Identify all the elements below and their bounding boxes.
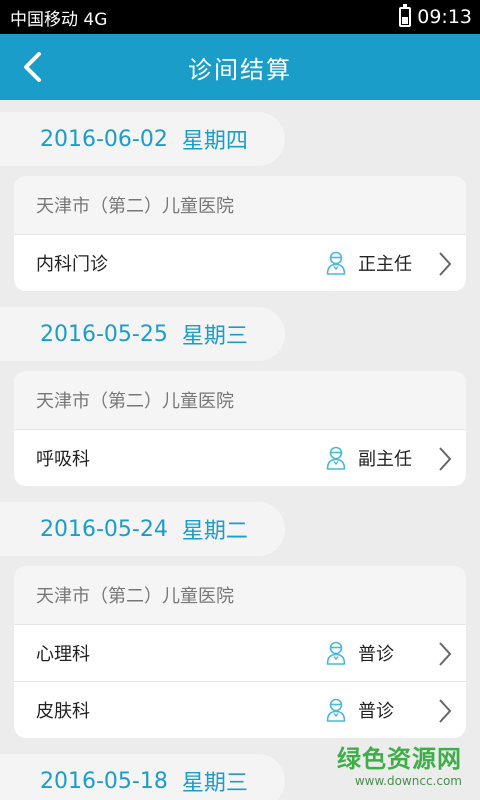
hospital-name: 天津市（第二）儿童医院: [14, 176, 466, 234]
visit-card: 天津市（第二）儿童医院 内科门诊 正主任: [14, 176, 466, 291]
weekday-label: 星期二: [181, 519, 248, 544]
visit-row[interactable]: 心理科 普诊: [14, 624, 466, 681]
date-header: 2016-05-18 星期三: [0, 754, 285, 800]
page-title: 诊间结算: [188, 55, 292, 84]
chevron-right-icon: [438, 235, 452, 291]
doctor-icon: [326, 698, 346, 722]
visit-card: 天津市（第二）儿童医院 心理科 普诊 皮肤科 普诊: [14, 566, 466, 738]
watermark-title: 绿色资源网: [337, 745, 462, 773]
visit-row[interactable]: 内科门诊 正主任: [14, 234, 466, 291]
nav-bar: 诊间结算: [0, 34, 480, 100]
date-label: 2016-05-18: [40, 768, 168, 794]
date-header: 2016-05-25 星期三: [0, 307, 285, 361]
doctor-level: 正主任: [326, 250, 446, 276]
visit-list: 2016-06-02 星期四 天津市（第二）儿童医院 内科门诊 正主任 2016…: [0, 100, 480, 800]
chevron-right-icon: [438, 625, 452, 682]
doctor-level: 普诊: [326, 697, 446, 723]
doctor-title: 普诊: [358, 644, 394, 665]
department-label: 皮肤科: [36, 701, 90, 722]
doctor-icon: [326, 446, 346, 470]
date-label: 2016-06-02: [40, 126, 168, 152]
status-bar: 中国移动 4G 09:13: [0, 0, 480, 34]
department-label: 呼吸科: [36, 449, 90, 470]
date-label: 2016-05-24: [40, 516, 168, 542]
doctor-title: 副主任: [358, 449, 412, 470]
weekday-label: 星期三: [181, 771, 248, 796]
doctor-title: 普诊: [358, 701, 394, 722]
date-header: 2016-06-02 星期四: [0, 112, 285, 166]
date-header: 2016-05-24 星期二: [0, 502, 285, 556]
hospital-name: 天津市（第二）儿童医院: [14, 566, 466, 624]
doctor-level: 普诊: [326, 640, 446, 666]
visit-card: 天津市（第二）儿童医院 呼吸科 副主任: [14, 371, 466, 486]
battery-icon: [399, 4, 412, 27]
watermark: 绿色资源网 www.downcc.com: [337, 739, 462, 788]
chevron-right-icon: [438, 430, 452, 486]
weekday-label: 星期四: [181, 129, 248, 154]
visit-row[interactable]: 皮肤科 普诊: [14, 681, 466, 738]
hospital-name: 天津市（第二）儿童医院: [14, 371, 466, 429]
doctor-icon: [326, 641, 346, 665]
visit-row[interactable]: 呼吸科 副主任: [14, 429, 466, 486]
back-button[interactable]: [12, 34, 52, 100]
carrier-label: 中国移动 4G: [10, 9, 108, 30]
doctor-icon: [326, 251, 346, 275]
department-label: 内科门诊: [36, 254, 108, 275]
status-right: 09:13: [399, 4, 472, 28]
department-label: 心理科: [36, 644, 90, 665]
clock: 09:13: [417, 6, 472, 28]
doctor-title: 正主任: [358, 254, 412, 275]
date-label: 2016-05-25: [40, 321, 168, 347]
chevron-left-icon: [24, 52, 41, 82]
chevron-right-icon: [438, 682, 452, 738]
doctor-level: 副主任: [326, 445, 446, 471]
watermark-url: www.downcc.com: [354, 774, 462, 788]
weekday-label: 星期三: [181, 324, 248, 349]
